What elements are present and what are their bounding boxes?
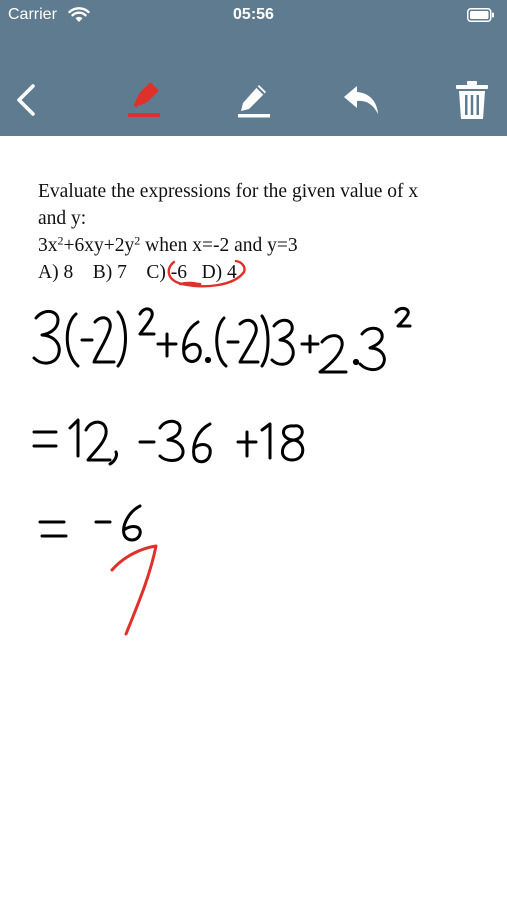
battery-icon	[467, 8, 494, 22]
back-button[interactable]	[4, 78, 48, 122]
highlighter-button[interactable]	[122, 78, 166, 122]
answer-circle-mark	[167, 259, 246, 288]
pen-button[interactable]	[232, 78, 276, 122]
expr-part: 3x	[38, 235, 58, 256]
app-header: Carrier 05:56	[0, 0, 507, 136]
undo-icon	[344, 86, 378, 114]
option-b: B) 7	[92, 262, 127, 283]
question-expression: 3x2+6xy+2y2 when x=-2 and y=3	[38, 232, 498, 259]
status-bar: Carrier 05:56	[0, 0, 507, 32]
drawing-canvas[interactable]	[0, 290, 507, 900]
answer-options: A) 8 B) 7 C) -6 D) 4	[38, 259, 498, 286]
delete-button[interactable]	[450, 78, 494, 122]
option-a: A) 8	[38, 262, 74, 283]
trash-icon	[456, 81, 488, 119]
expr-part: +6xy+2y	[63, 235, 135, 256]
back-icon	[17, 84, 35, 116]
question-line-1: Evaluate the expressions for the given v…	[38, 181, 419, 202]
question-text: Evaluate the expressions for the given v…	[38, 178, 498, 286]
undo-button[interactable]	[340, 78, 384, 122]
drawing-toolbar	[0, 70, 507, 130]
pen-icon	[238, 85, 270, 118]
red-check-mark	[110, 544, 158, 636]
handwritten-work	[32, 306, 412, 542]
highlighter-icon	[128, 82, 160, 117]
status-time: 05:56	[233, 6, 274, 23]
question-line-2: and y:	[38, 208, 87, 229]
